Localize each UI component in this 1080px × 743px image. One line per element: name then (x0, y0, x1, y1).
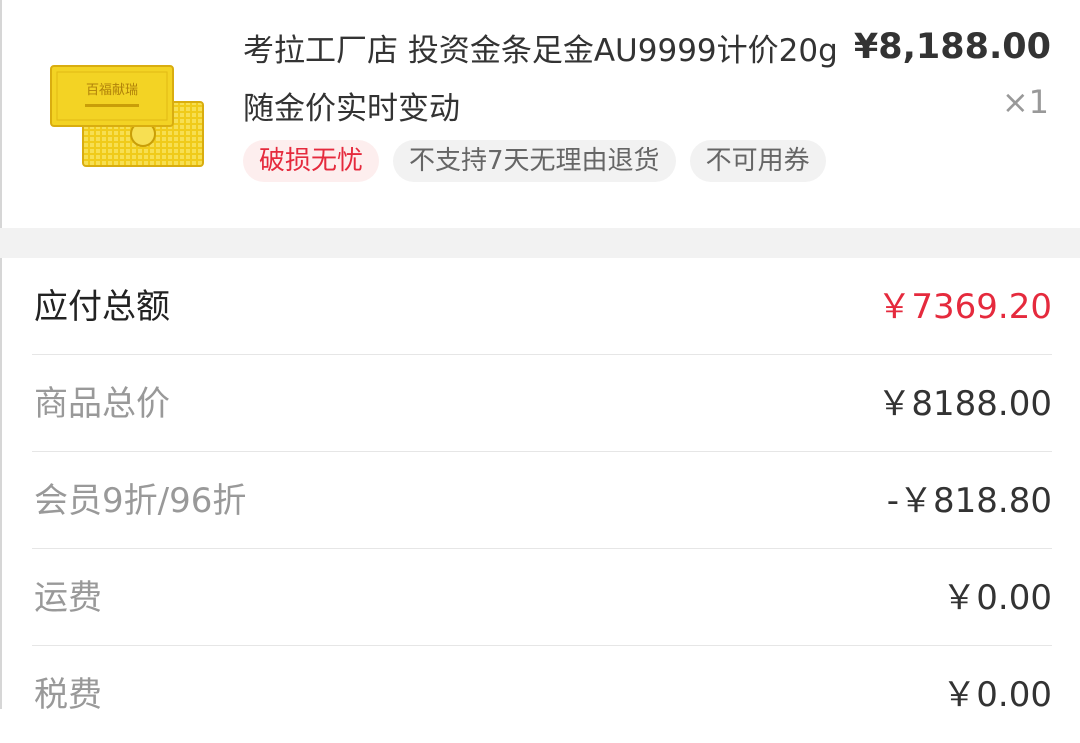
tag-no-7-day-return: 不支持7天无理由退货 (393, 140, 676, 182)
order-summary: 应付总额 ￥7369.20 商品总价 ￥8188.00 会员9折/96折 -￥8… (0, 258, 1080, 715)
shipping-label: 运费 (34, 578, 102, 618)
goods-total-value: ￥8188.00 (877, 384, 1052, 424)
tax-value: ￥0.00 (942, 675, 1052, 715)
product-tags: 破损无忧 不支持7天无理由退货 不可用券 (243, 140, 826, 182)
total-value: ￥7369.20 (877, 287, 1052, 327)
member-discount-value: -￥818.80 (886, 481, 1052, 521)
gold-bar-image[interactable]: 百福献瑞 (47, 58, 207, 170)
gold-bar-engraving: 百福献瑞 (86, 83, 138, 98)
member-discount-label: 会员9折/96折 (34, 481, 247, 521)
goods-total-label: 商品总价 (34, 384, 170, 424)
product-price: ¥8,188.00 (853, 27, 1051, 67)
tag-damage-protection: 破损无忧 (243, 140, 380, 182)
summary-row-total: 应付总额 ￥7369.20 (32, 258, 1052, 355)
product-quantity: ×1 (1001, 83, 1049, 121)
total-label: 应付总额 (34, 287, 170, 327)
summary-row-goods-total: 商品总价 ￥8188.00 (32, 355, 1052, 452)
summary-row-member-discount: 会员9折/96折 -￥818.80 (32, 452, 1052, 549)
product-card[interactable]: 百福献瑞 考拉工厂店 投资金条足金AU9999计价20g 随金价实时变动 ¥8,… (0, 0, 1080, 228)
tax-label: 税费 (34, 675, 102, 715)
section-divider (0, 228, 1080, 258)
product-title[interactable]: 考拉工厂店 投资金条足金AU9999计价20g 随金价实时变动 (243, 22, 863, 138)
tag-no-coupon: 不可用券 (689, 140, 826, 182)
summary-row-shipping: 运费 ￥0.00 (32, 549, 1052, 646)
summary-row-tax: 税费 ￥0.00 (32, 646, 1052, 743)
shipping-value: ￥0.00 (942, 578, 1052, 618)
